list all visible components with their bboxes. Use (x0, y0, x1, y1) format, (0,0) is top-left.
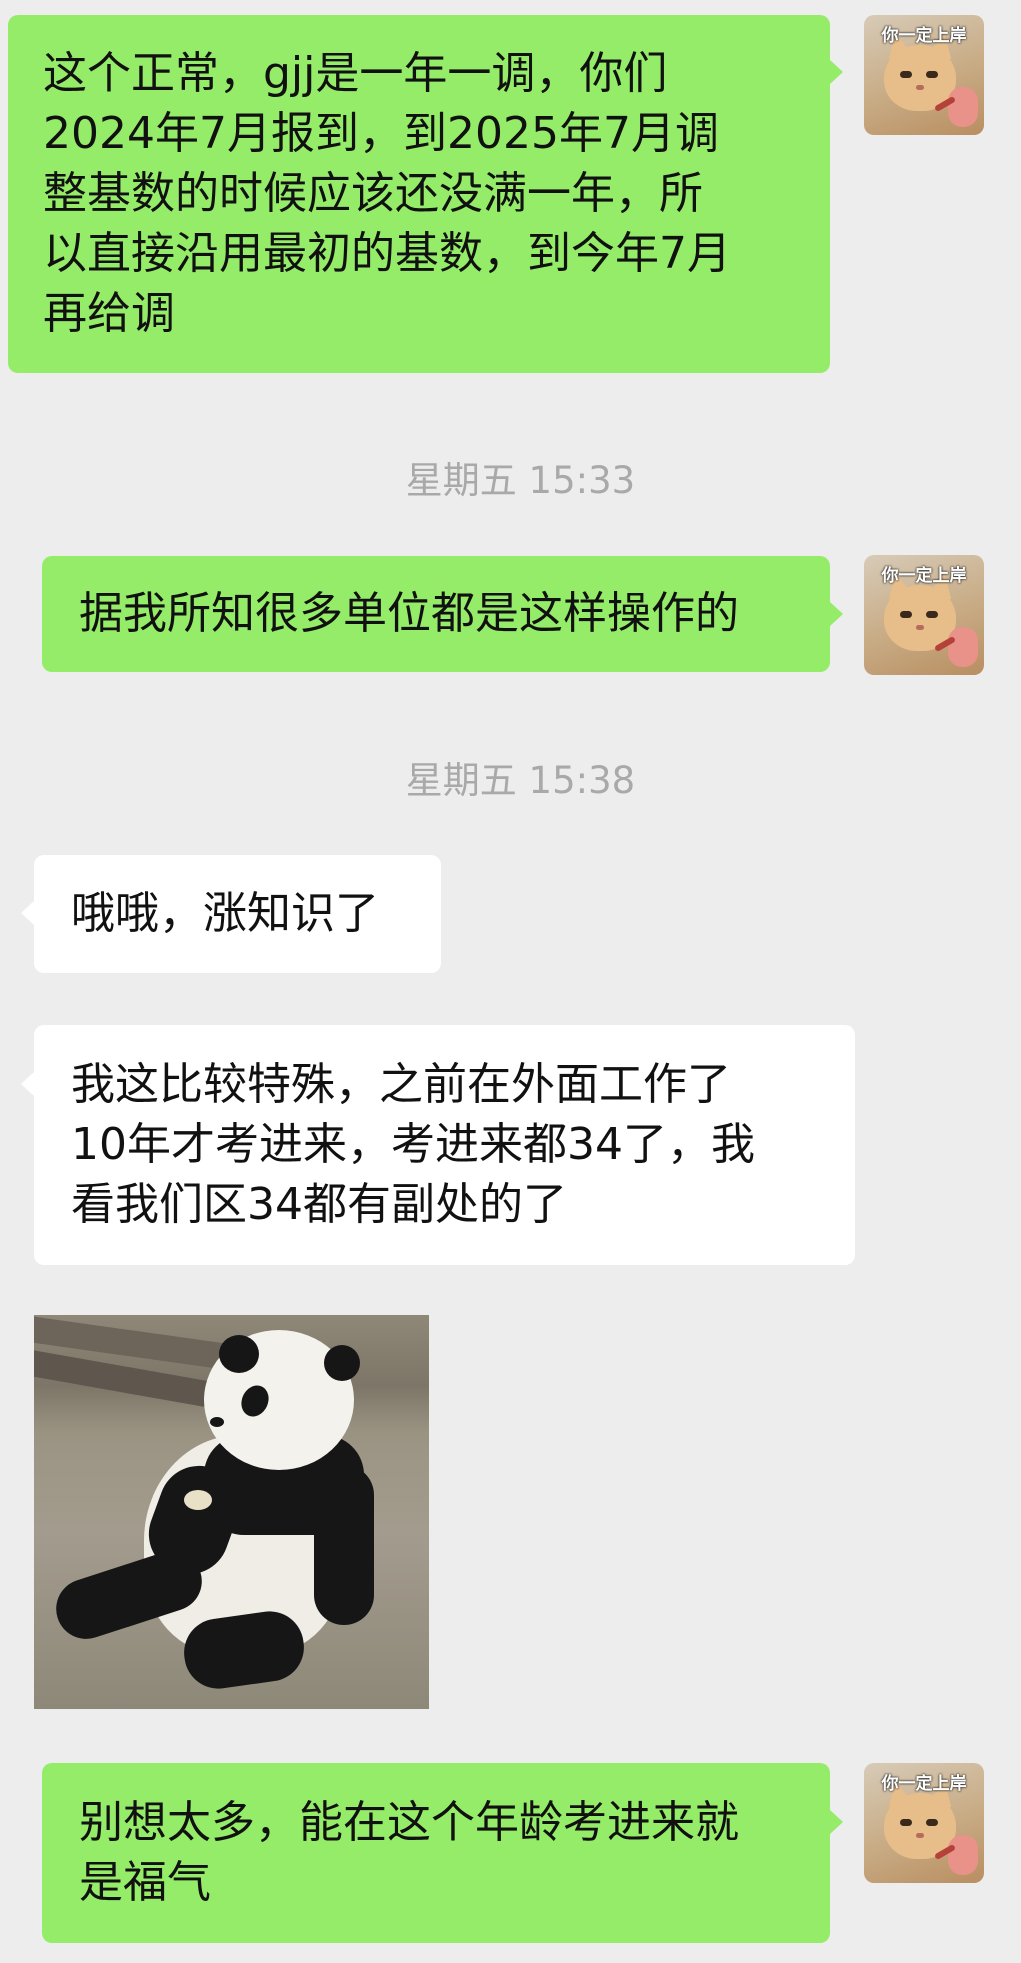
message-text-line: 再给调 (43, 288, 175, 339)
my-avatar[interactable]: 你一定上岸 (864, 555, 984, 675)
timestamp-text: 星期五 15:38 (405, 759, 636, 802)
timestamp: 星期五 15:33 (0, 450, 1021, 504)
my-avatar[interactable]: 你一定上岸 (864, 1763, 984, 1883)
message-text-line: 别想太多，能在这个年龄考进来就 (79, 1797, 739, 1848)
message-text-line: 整基数的时候应该还没满一年，所 (43, 168, 703, 219)
message-text-line: 10年才考进来，考进来都34了，我 (71, 1119, 755, 1170)
message-text-line: 是福气 (79, 1857, 211, 1908)
pointing-paw-icon (948, 87, 978, 127)
timestamp: 星期五 15:38 (0, 750, 1021, 804)
pointing-paw-icon (948, 627, 978, 667)
message-text-line: 哦哦，涨知识了 (71, 888, 379, 939)
avatar-caption: 你一定上岸 (881, 1774, 967, 1794)
message-text-line: 以直接沿用最初的基数，到今年7月 (43, 228, 731, 279)
message-text-line: 2024年7月报到，到2025年7月调 (43, 108, 719, 159)
timestamp-text: 星期五 15:33 (405, 459, 636, 502)
my-message-bubble[interactable]: 据我所知很多单位都是这样操作的 (42, 556, 830, 672)
other-message-bubble[interactable]: 哦哦，涨知识了 (34, 855, 441, 973)
my-avatar[interactable]: 你一定上岸 (864, 15, 984, 135)
pointing-paw-icon (948, 1835, 978, 1875)
bubble-tail (21, 901, 34, 925)
bubble-tail (830, 602, 843, 626)
avatar-caption: 你一定上岸 (881, 566, 967, 586)
other-message-bubble[interactable]: 我这比较特殊，之前在外面工作了 10年才考进来，考进来都34了，我 看我们区34… (34, 1025, 855, 1265)
message-text-line: 这个正常，gjj是一年一调，你们 (43, 48, 668, 99)
avatar-caption: 你一定上岸 (881, 26, 967, 46)
message-text-line: 据我所知很多单位都是这样操作的 (79, 588, 739, 639)
message-text-line: 我这比较特殊，之前在外面工作了 (71, 1059, 731, 1110)
panda-sticker[interactable] (34, 1315, 429, 1709)
bubble-tail (830, 60, 843, 84)
my-message-bubble[interactable]: 别想太多，能在这个年龄考进来就 是福气 (42, 1763, 830, 1943)
bubble-tail (830, 1810, 843, 1834)
message-text-line: 看我们区34都有副处的了 (71, 1179, 567, 1230)
my-message-bubble[interactable]: 这个正常，gjj是一年一调，你们 2024年7月报到，到2025年7月调 整基数… (8, 15, 830, 373)
bubble-tail (21, 1072, 34, 1096)
